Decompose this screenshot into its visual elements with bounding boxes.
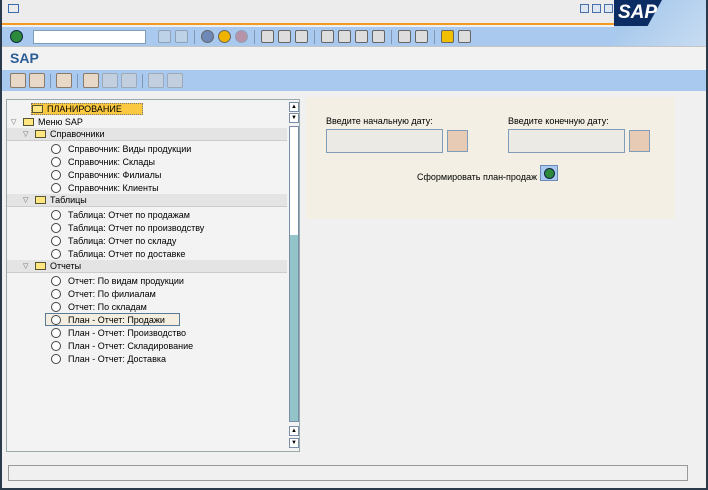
expand-icon[interactable]: ▽ <box>11 118 19 126</box>
page-title: SAP <box>10 50 39 66</box>
exit-icon[interactable] <box>218 30 231 43</box>
menu-tree: ПЛАНИРОВАНИЕ ▽ Меню SAP ▽ Справочники Справ… <box>6 99 300 452</box>
tree-folder[interactable]: ▽ Справочники <box>7 128 287 141</box>
delete-favorite-icon[interactable] <box>102 73 118 88</box>
sap-window: SAP SAP ПЛАНИРОВАНИЕ ▽ Меню SAP ▽ Справочн… <box>2 0 706 488</box>
expand-icon[interactable]: ▽ <box>23 262 31 270</box>
transaction-icon <box>51 353 61 364</box>
generate-button[interactable] <box>540 165 558 181</box>
new-session-icon[interactable] <box>398 30 411 43</box>
end-date-input[interactable] <box>508 129 625 153</box>
end-date-picker-button[interactable] <box>629 130 650 152</box>
transaction-icon <box>51 182 61 193</box>
maximize-button[interactable] <box>592 4 601 13</box>
minimize-button[interactable] <box>580 4 589 13</box>
title-area: SAP <box>2 46 706 70</box>
start-date-label: Введите начальную дату: <box>326 116 433 126</box>
find-next-icon[interactable] <box>295 30 308 43</box>
first-page-icon[interactable] <box>321 30 334 43</box>
print-icon[interactable] <box>261 30 274 43</box>
command-field[interactable] <box>33 29 146 44</box>
tree-scrollbar[interactable]: ▲ ▼ ▲ ▼ <box>289 102 300 449</box>
back-icon[interactable] <box>201 30 214 43</box>
next-page-icon[interactable] <box>355 30 368 43</box>
save-icon[interactable] <box>175 30 188 43</box>
status-bar <box>8 465 688 481</box>
title-bar <box>2 0 706 25</box>
transaction-icon <box>51 275 61 286</box>
favorites-icon[interactable] <box>56 73 72 88</box>
sap-menu-icon[interactable] <box>29 73 45 88</box>
transaction-icon <box>51 327 61 338</box>
application-toolbar <box>2 70 706 91</box>
tree-node-menu[interactable]: ▽ Меню SAP <box>11 115 291 128</box>
folder-icon <box>35 262 46 270</box>
folder-icon <box>23 117 34 126</box>
transaction-icon <box>51 235 61 246</box>
transaction-icon <box>51 169 61 180</box>
transaction-icon <box>51 248 61 259</box>
tree-folder[interactable]: ▽ Отчеты <box>7 260 287 273</box>
scroll-thumb[interactable] <box>290 235 298 421</box>
start-date-picker-button[interactable] <box>447 130 468 152</box>
folder-icon <box>35 130 46 138</box>
transaction-icon <box>51 143 61 154</box>
back-arrow-icon[interactable] <box>158 30 171 43</box>
transaction-icon <box>51 340 61 351</box>
transaction-icon <box>51 288 61 299</box>
check-icon <box>543 167 555 179</box>
expand-icon[interactable]: ▽ <box>23 196 31 204</box>
tree-item[interactable]: План - Отчет: Продажи <box>45 313 180 326</box>
transaction-icon <box>51 209 61 220</box>
system-toolbar <box>2 27 614 46</box>
folder-icon <box>32 104 43 113</box>
shortcut-icon[interactable] <box>415 30 428 43</box>
layout-menu-icon[interactable] <box>458 30 471 43</box>
find-icon[interactable] <box>278 30 291 43</box>
sap-logo: SAP <box>614 0 706 46</box>
previous-page-icon[interactable] <box>338 30 351 43</box>
scroll-down-button[interactable]: ▼ <box>289 113 299 123</box>
transaction-icon <box>51 314 61 325</box>
close-button[interactable] <box>604 4 613 13</box>
transaction-icon <box>51 301 61 312</box>
scroll-down-button-bottom[interactable]: ▼ <box>289 438 299 448</box>
date-form-panel: Введите начальную дату: Введите конечную… <box>306 97 675 219</box>
folder-icon <box>35 196 46 204</box>
cancel-icon[interactable] <box>235 30 248 43</box>
end-date-label: Введите конечную дату: <box>508 116 609 126</box>
expand-icon[interactable]: ▽ <box>23 130 31 138</box>
enter-icon[interactable] <box>10 30 23 43</box>
change-favorite-icon[interactable] <box>121 73 137 88</box>
transaction-icon <box>51 156 61 167</box>
other-menu-icon[interactable] <box>10 73 26 88</box>
start-date-input[interactable] <box>326 129 443 153</box>
tree-folder[interactable]: ▽ Таблицы <box>7 194 287 207</box>
scroll-up-button[interactable]: ▲ <box>289 102 299 112</box>
move-down-icon[interactable] <box>148 73 164 88</box>
system-menu-icon[interactable] <box>8 4 19 13</box>
scroll-up-button-bottom[interactable]: ▲ <box>289 426 299 436</box>
help-icon[interactable] <box>441 30 454 43</box>
add-favorite-icon[interactable] <box>83 73 99 88</box>
last-page-icon[interactable] <box>372 30 385 43</box>
tree-root[interactable]: ПЛАНИРОВАНИЕ <box>31 102 143 115</box>
generate-label: Сформировать план-продаж <box>417 172 538 182</box>
transaction-icon <box>51 222 61 233</box>
move-up-icon[interactable] <box>167 73 183 88</box>
